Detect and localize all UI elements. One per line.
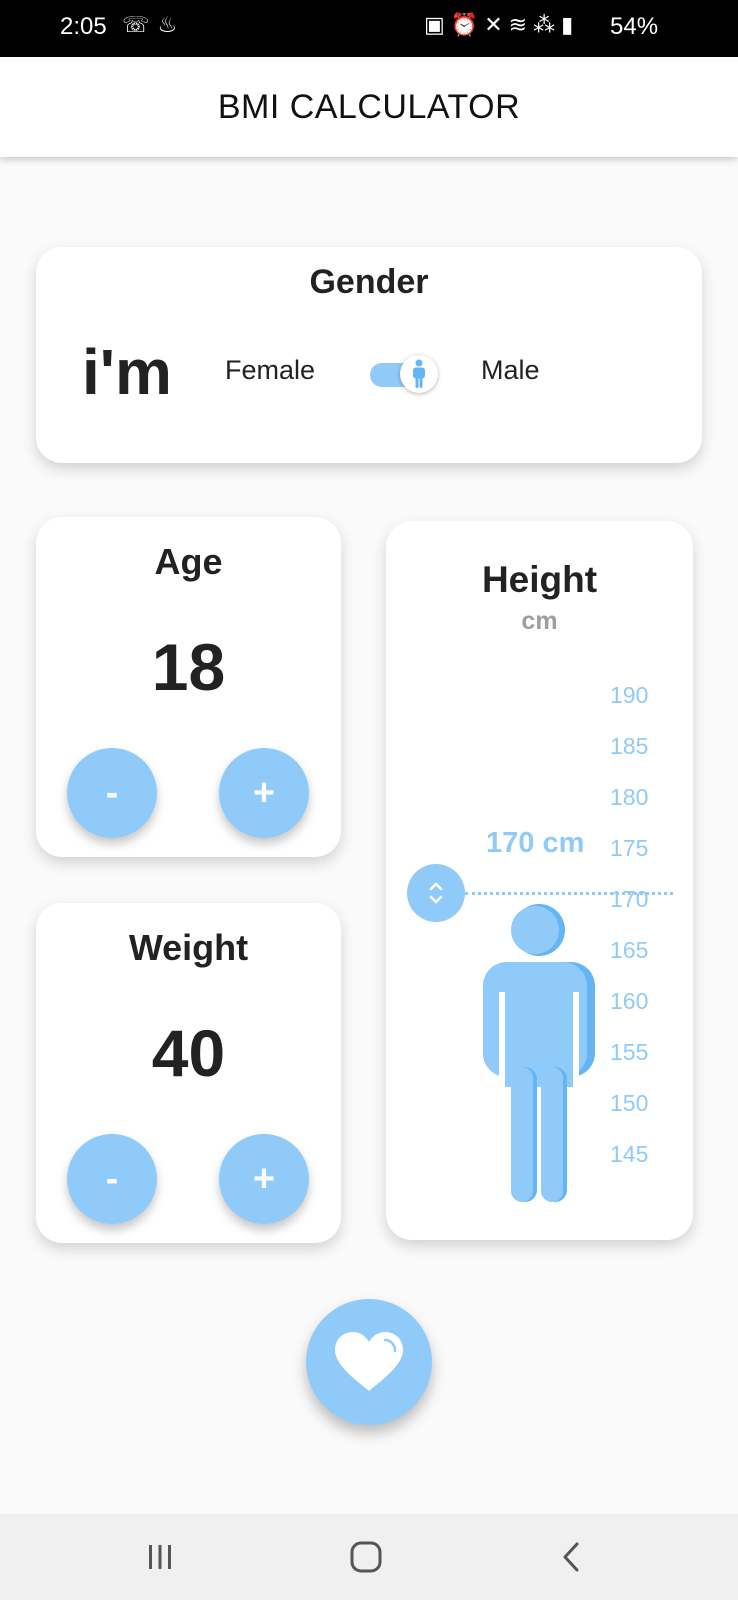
ruler-label: 160: [610, 988, 649, 1014]
weight-value: 40: [151, 1016, 226, 1090]
age-card: Age 18 - +: [36, 517, 341, 857]
status-left-icons: ☏♨: [122, 12, 185, 38]
age-decrement-button[interactable]: -: [67, 748, 157, 838]
volte-icon: ⁂: [533, 12, 562, 37]
height-readout: 170 cm: [486, 827, 585, 859]
sync-icon: ▣: [424, 12, 451, 37]
back-button[interactable]: [542, 1532, 602, 1582]
expand-vertical-icon: [429, 882, 443, 904]
ruler-label: 180: [610, 784, 649, 810]
heart-icon: [335, 1332, 403, 1391]
status-time: 2:05: [60, 13, 107, 40]
status-bar: 2:05 ☏♨ ▣⏰✕≋⁂▮ 54%: [0, 0, 738, 57]
ruler-label: 190: [610, 682, 649, 708]
system-nav-bar: [0, 1514, 738, 1600]
weight-card: Weight 40 - +: [36, 903, 341, 1243]
ruler-label: 170: [610, 886, 649, 912]
alarm-icon: ⏰: [450, 12, 485, 37]
gender-prefix: i'm: [82, 336, 172, 408]
vibrate-icon: ✕: [484, 12, 509, 37]
app-title: BMI CALCULATOR: [217, 87, 521, 126]
ruler-label: 175: [610, 835, 649, 861]
ruler-label: 155: [610, 1039, 649, 1065]
height-unit: cm: [521, 607, 558, 635]
battery-level: 54%: [610, 13, 659, 40]
ruler-label: 145: [610, 1141, 649, 1167]
age-title: Age: [154, 541, 223, 582]
female-label[interactable]: Female: [225, 355, 315, 386]
app-bar: BMI CALCULATOR: [0, 57, 738, 157]
home-button[interactable]: [336, 1532, 396, 1582]
wifi-icon: ≋: [508, 12, 534, 37]
notification-icon: ♨: [157, 12, 186, 37]
weight-increment-button[interactable]: +: [219, 1134, 309, 1224]
person-figure-icon: [483, 904, 595, 1202]
height-card: Height cm 190 185 180 175 170 165 160 15…: [386, 521, 693, 1240]
male-label[interactable]: Male: [481, 355, 540, 386]
back-icon: [563, 1542, 579, 1572]
missed-call-icon: ☏: [122, 12, 158, 37]
recent-apps-button[interactable]: [130, 1532, 190, 1582]
height-drag-handle[interactable]: [407, 864, 465, 922]
status-right-icons: ▣⏰✕≋⁂▮: [424, 12, 579, 38]
ruler-label: 185: [610, 733, 649, 759]
weight-title: Weight: [128, 927, 249, 968]
ruler-label: 150: [610, 1090, 649, 1116]
gender-card: Gender i'm Female Male: [36, 247, 702, 463]
recent-apps-icon: [149, 1545, 171, 1569]
male-figure-icon: [413, 359, 425, 388]
age-value: 18: [151, 630, 226, 704]
signal-icon: ▮: [561, 12, 580, 37]
gender-title: Gender: [309, 263, 429, 301]
calculate-bmi-button[interactable]: [306, 1299, 432, 1425]
weight-decrement-button[interactable]: -: [67, 1134, 157, 1224]
gender-toggle[interactable]: [370, 355, 438, 395]
toggle-knob[interactable]: [400, 355, 438, 393]
height-indicator-line: [465, 892, 673, 895]
home-icon: [350, 1541, 382, 1573]
age-increment-button[interactable]: +: [219, 748, 309, 838]
height-title: Height: [481, 559, 598, 600]
ruler-label: 165: [610, 937, 649, 963]
